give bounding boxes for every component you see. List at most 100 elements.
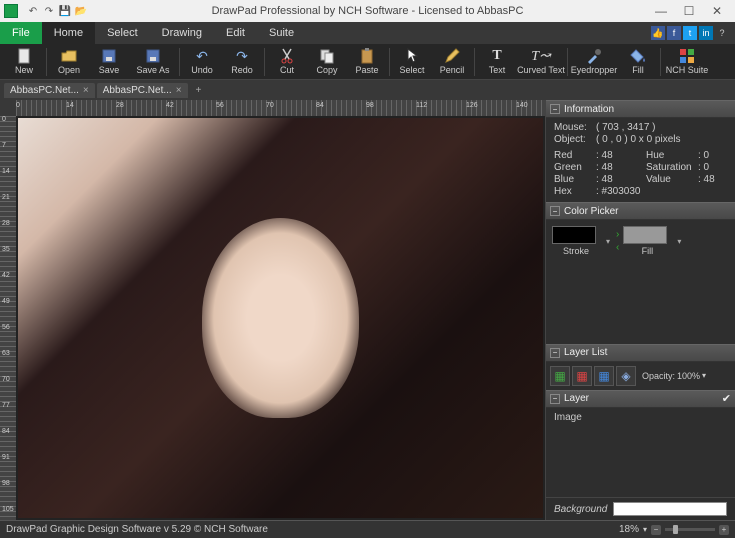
menu-file[interactable]: File <box>0 22 42 44</box>
cut-button[interactable]: Cut <box>267 44 307 79</box>
undo-button[interactable]: ↶Undo <box>182 44 222 79</box>
canvas-image <box>18 118 543 518</box>
status-text: DrawPad Graphic Design Software v 5.29 ©… <box>6 524 268 535</box>
object-info: ( 0 , 0 ) 0 x 0 pixels <box>596 134 680 145</box>
collapse-icon[interactable]: − <box>550 348 560 358</box>
copy-button[interactable]: Copy <box>307 44 347 79</box>
stroke-dropdown[interactable]: ▾ <box>604 237 612 246</box>
information-panel-header[interactable]: − Information <box>546 100 735 118</box>
close-button[interactable]: ✕ <box>703 1 731 21</box>
background-color-swatch[interactable] <box>613 502 727 516</box>
menu-select[interactable]: Select <box>95 22 150 44</box>
merge-layer-button[interactable]: ◈ <box>616 366 636 386</box>
nchsuite-icon <box>678 48 696 64</box>
zoom-in-button[interactable]: + <box>719 525 729 535</box>
colorpicker-panel-header[interactable]: − Color Picker <box>546 202 735 220</box>
hex-value: : #303030 <box>596 186 641 197</box>
document-tabs: AbbasPC.Net...× AbbasPC.Net...× + <box>0 80 735 100</box>
close-tab-icon[interactable]: × <box>83 85 89 96</box>
zoom-out-button[interactable]: − <box>651 525 661 535</box>
titlebar: ↶ ↷ 💾 📂 DrawPad Professional by NCH Soft… <box>0 0 735 22</box>
qat-redo-icon[interactable]: ↷ <box>42 4 56 18</box>
menu-suite[interactable]: Suite <box>257 22 306 44</box>
curvedtext-button[interactable]: T↝Curved Text <box>517 44 565 79</box>
eyedropper-icon <box>585 48 603 64</box>
eyedropper-button[interactable]: Eyedropper <box>570 44 618 79</box>
maximize-button[interactable]: ☐ <box>675 1 703 21</box>
new-tab-button[interactable]: + <box>190 85 208 96</box>
help-icon[interactable]: ? <box>715 26 729 40</box>
delete-layer-button[interactable]: ▦ <box>572 366 592 386</box>
add-layer-button[interactable]: ▦ <box>550 366 570 386</box>
close-tab-icon[interactable]: × <box>176 85 182 96</box>
window-title: DrawPad Professional by NCH Software - L… <box>88 5 647 17</box>
background-row: Background <box>546 497 735 520</box>
stroke-swatch[interactable] <box>552 226 596 244</box>
fill-swatch[interactable] <box>623 226 667 244</box>
fill-color[interactable]: Fill <box>623 226 671 256</box>
doc-tab-2[interactable]: AbbasPC.Net...× <box>97 83 188 98</box>
layerlist-panel-header[interactable]: − Layer List <box>546 344 735 362</box>
opacity-dropdown[interactable]: ▾ <box>702 371 706 380</box>
open-button[interactable]: Open <box>49 44 89 79</box>
text-icon: T <box>488 48 506 64</box>
zoom-slider-thumb[interactable] <box>673 525 678 534</box>
minimize-button[interactable]: — <box>647 1 675 21</box>
workspace: 014284256708498112126140 071421283542495… <box>0 100 735 520</box>
duplicate-layer-button[interactable]: ▦ <box>594 366 614 386</box>
save-button[interactable]: Save <box>89 44 129 79</box>
fill-button[interactable]: Fill <box>618 44 658 79</box>
zoom-dropdown[interactable]: ▾ <box>643 525 647 534</box>
collapse-icon[interactable]: − <box>550 206 560 216</box>
swap-right-icon: › <box>616 229 619 240</box>
app-icon <box>4 4 18 18</box>
twitter-icon[interactable]: t <box>683 26 697 40</box>
open-icon <box>60 48 78 64</box>
colorpicker-panel: Stroke ▾ ›‹ Fill ▾ <box>546 220 735 262</box>
redo-button[interactable]: ↷Redo <box>222 44 262 79</box>
copy-icon <box>318 48 336 64</box>
menu-home[interactable]: Home <box>42 22 95 44</box>
layer-panel: Image <box>546 408 735 498</box>
right-panels: − Information Mouse:( 703 , 3417 ) Objec… <box>545 100 735 520</box>
zoom-controls: 18% ▾ − + <box>619 524 729 535</box>
pencil-icon <box>443 48 461 64</box>
curvedtext-icon: T↝ <box>532 48 550 64</box>
opacity-value[interactable]: 100% <box>677 371 700 381</box>
undo-icon: ↶ <box>193 48 211 64</box>
ruler-vertical: 0714212835424956637077849198105 <box>0 116 16 520</box>
fill-dropdown[interactable]: ▾ <box>675 237 683 246</box>
social-icons: 👍 f t in ? <box>651 22 735 44</box>
menu-edit[interactable]: Edit <box>214 22 257 44</box>
pencil-button[interactable]: Pencil <box>432 44 472 79</box>
qat-undo-icon[interactable]: ↶ <box>26 4 40 18</box>
zoom-value[interactable]: 18% <box>619 524 639 535</box>
facebook-icon[interactable]: f <box>667 26 681 40</box>
paste-button[interactable]: Paste <box>347 44 387 79</box>
information-panel: Mouse:( 703 , 3417 ) Object:( 0 , 0 ) 0 … <box>546 118 735 202</box>
ruler-corner <box>0 100 16 116</box>
cut-icon <box>278 48 296 64</box>
layer-panel-header[interactable]: − Layer ✔ <box>546 390 735 408</box>
like-icon[interactable]: 👍 <box>651 26 665 40</box>
menubar: File Home Select Drawing Edit Suite 👍 f … <box>0 22 735 44</box>
saveas-button[interactable]: Save As <box>129 44 177 79</box>
collapse-icon[interactable]: − <box>550 104 560 114</box>
layer-visible-check[interactable]: ✔ <box>722 392 731 405</box>
qat-open-icon[interactable]: 📂 <box>74 4 88 18</box>
linkedin-icon[interactable]: in <box>699 26 713 40</box>
zoom-slider[interactable] <box>665 528 715 531</box>
qat-save-icon[interactable]: 💾 <box>58 4 72 18</box>
canvas[interactable] <box>16 116 545 520</box>
layer-item[interactable]: Image <box>554 412 727 423</box>
select-button[interactable]: Select <box>392 44 432 79</box>
collapse-icon[interactable]: − <box>550 394 560 404</box>
nchsuite-button[interactable]: NCH Suite <box>663 44 711 79</box>
stroke-color[interactable]: Stroke <box>552 226 600 256</box>
swap-colors[interactable]: ›‹ <box>616 229 619 253</box>
redo-icon: ↷ <box>233 48 251 64</box>
doc-tab-1[interactable]: AbbasPC.Net...× <box>4 83 95 98</box>
new-button[interactable]: New <box>4 44 44 79</box>
menu-drawing[interactable]: Drawing <box>150 22 214 44</box>
text-button[interactable]: TText <box>477 44 517 79</box>
